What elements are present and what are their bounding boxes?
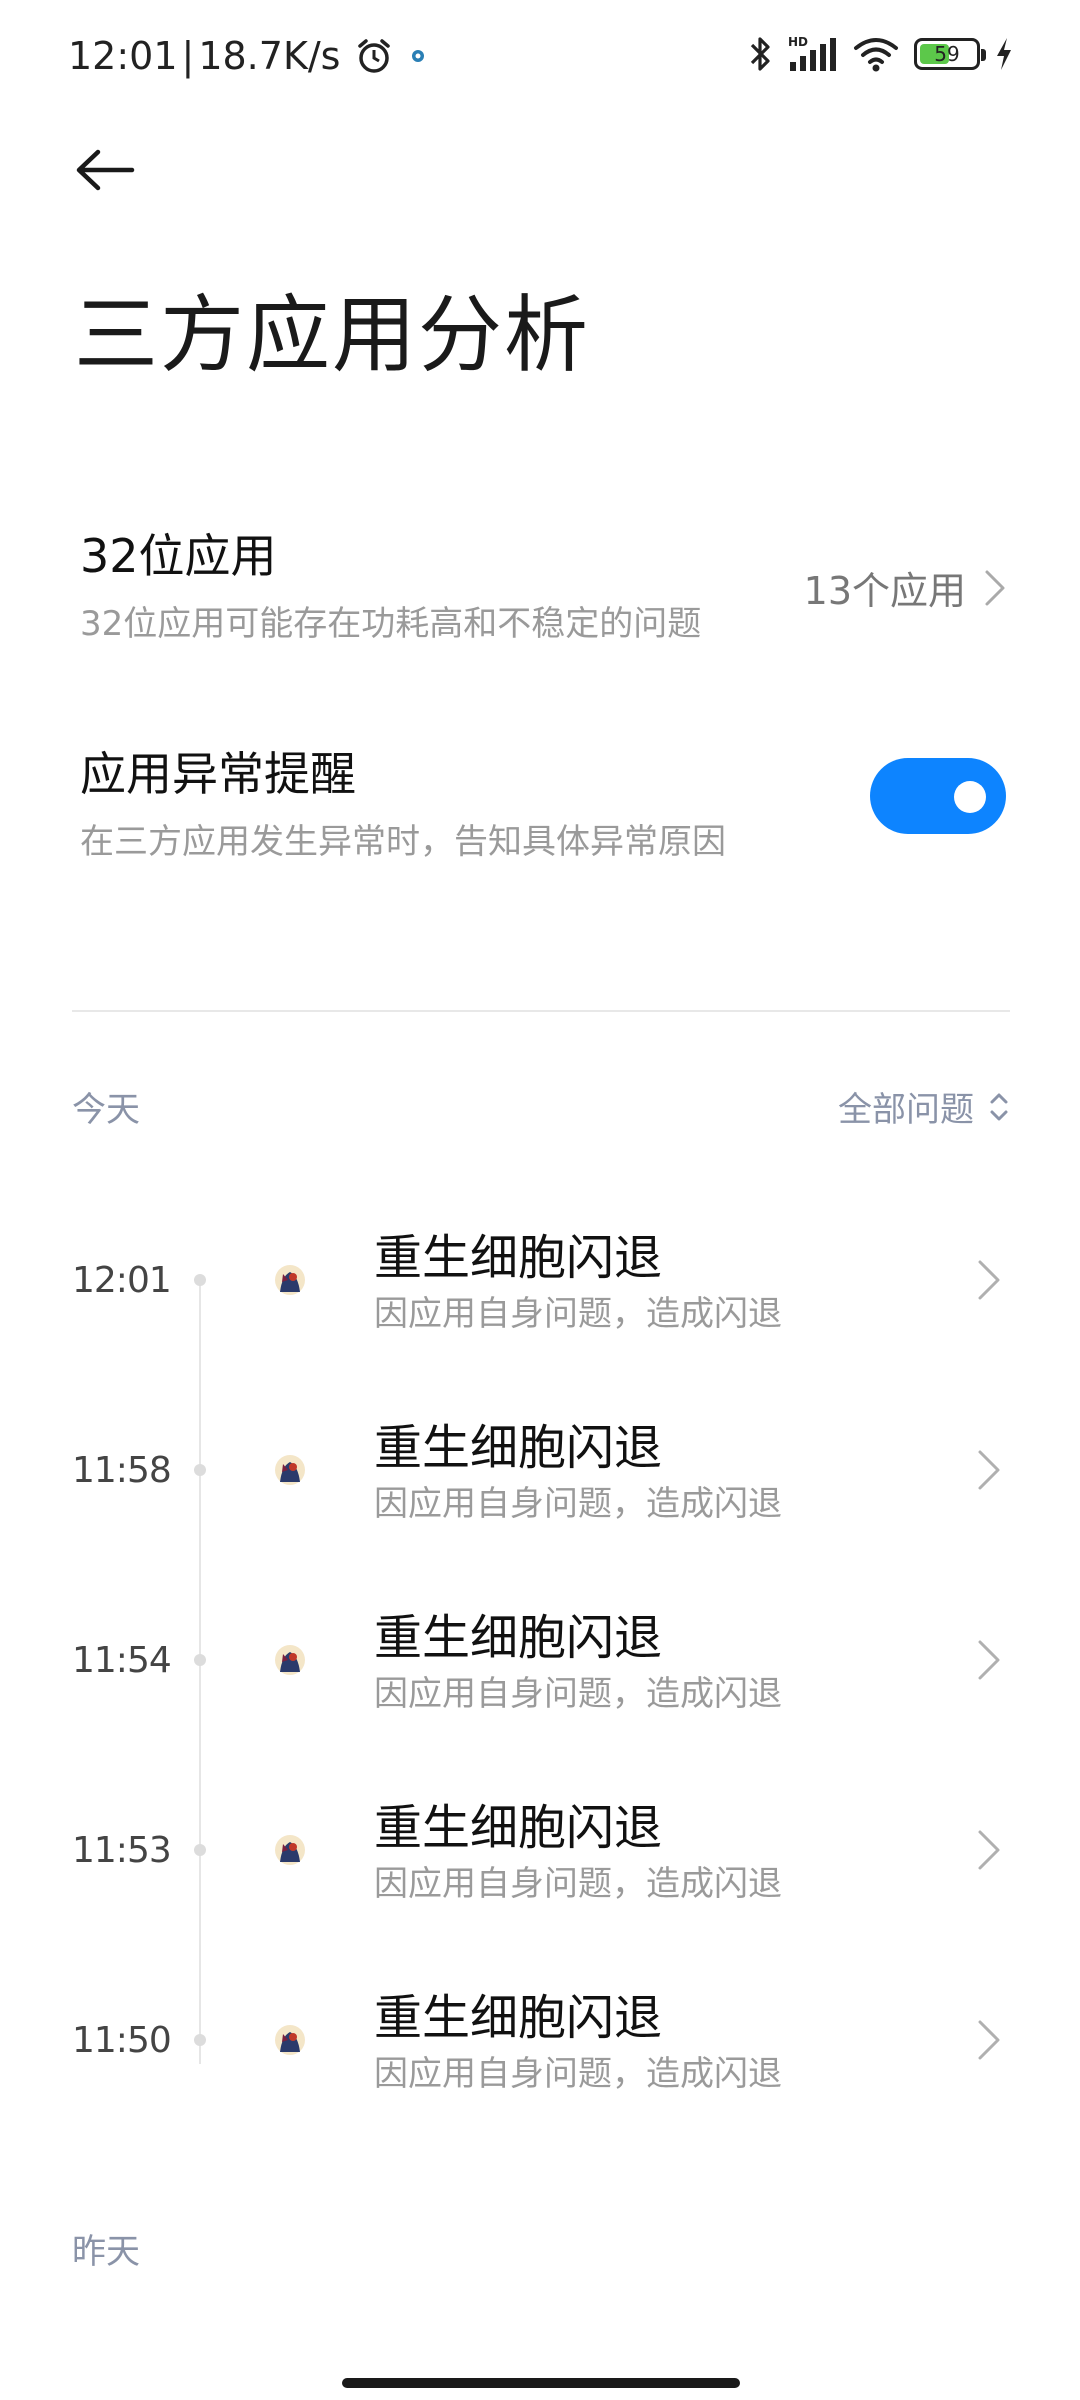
- status-time: 12:01: [68, 34, 178, 78]
- chevron-right-icon: [978, 2020, 1000, 2060]
- abnormal-alert-toggle[interactable]: [870, 758, 1006, 834]
- status-right: HD 59: [746, 34, 1014, 74]
- page-title: 三方应用分析: [74, 286, 591, 384]
- log-time: 11:54: [72, 1640, 172, 1681]
- log-time: 11:53: [72, 1830, 172, 1871]
- app-icon: [275, 1835, 305, 1865]
- log-time: 11:58: [72, 1450, 172, 1491]
- chevron-right-icon: [978, 1640, 1000, 1680]
- abnormal-alert-row: 应用异常提醒 在三方应用发生异常时，告知具体异常原因: [80, 738, 1006, 863]
- charging-icon: [997, 38, 1011, 70]
- net-speed: 18.7K/s: [198, 34, 341, 78]
- timeline-dot: [194, 1654, 206, 1666]
- apps32-count: 13个应用: [803, 569, 966, 613]
- crash-log-item[interactable]: 11:50 重生细胞闪退因应用自身问题，造成闪退: [0, 1970, 1080, 2120]
- log-title: 重生细胞闪退: [374, 1230, 663, 1286]
- divider: [72, 1010, 1010, 1012]
- section-label-yesterday: 昨天: [72, 2232, 140, 2272]
- hd-signal-icon: HD: [788, 35, 836, 71]
- crash-log-item[interactable]: 11:58 重生细胞闪退因应用自身问题，造成闪退: [0, 1400, 1080, 1550]
- crash-log-item[interactable]: 11:54 重生细胞闪退因应用自身问题，造成闪退: [0, 1590, 1080, 1740]
- toggle-knob: [954, 781, 986, 813]
- log-time: 12:01: [72, 1260, 172, 1301]
- log-subtitle: 因应用自身问题，造成闪退: [374, 2054, 782, 2094]
- chevron-right-icon: [978, 1260, 1000, 1300]
- log-subtitle: 因应用自身问题，造成闪退: [374, 1484, 782, 1524]
- log-title: 重生细胞闪退: [374, 1800, 663, 1856]
- home-indicator[interactable]: [342, 2378, 740, 2388]
- log-time: 11:50: [72, 2020, 172, 2061]
- bluetooth-icon: [750, 37, 770, 71]
- chevron-right-icon: [978, 1450, 1000, 1490]
- battery-icon: 59: [914, 38, 986, 70]
- log-subtitle: 因应用自身问题，造成闪退: [374, 1294, 782, 1334]
- log-title: 重生细胞闪退: [374, 1990, 663, 2046]
- app-icon: [275, 1265, 305, 1295]
- location-dot-icon: [412, 50, 425, 62]
- chevron-right-icon: [985, 570, 1005, 605]
- timeline-dot: [194, 1844, 206, 1856]
- svg-text:HD: HD: [788, 35, 808, 49]
- timeline-dot: [194, 1464, 206, 1476]
- log-title: 重生细胞闪退: [374, 1610, 663, 1666]
- issue-filter-dropdown[interactable]: 全部问题: [838, 1082, 1010, 1131]
- sort-updown-icon: [990, 1093, 1008, 1120]
- battery-level: 59: [934, 42, 960, 66]
- timeline-dot: [194, 2034, 206, 2046]
- section-label-today: 今天: [72, 1090, 140, 1130]
- wifi-icon: [854, 38, 898, 72]
- app-icon: [275, 1645, 305, 1675]
- status-separator: |: [181, 34, 195, 78]
- app-icon: [275, 2025, 305, 2055]
- back-arrow-icon: [76, 149, 135, 191]
- crash-log-item[interactable]: 12:01 重生细胞闪退因应用自身问题，造成闪退: [0, 1210, 1080, 1360]
- log-title: 重生细胞闪退: [374, 1420, 663, 1476]
- abnormal-alert-title: 应用异常提醒: [80, 747, 356, 801]
- app-icon: [275, 1455, 305, 1485]
- crash-log-item[interactable]: 11:53 重生细胞闪退因应用自身问题，造成闪退: [0, 1780, 1080, 1930]
- filter-label: 全部问题: [838, 1090, 974, 1130]
- timeline-dot: [194, 1274, 206, 1286]
- status-bar: 12:01 | 18.7K/s HD 59: [0, 0, 1080, 120]
- chevron-right-icon: [978, 1830, 1000, 1870]
- log-subtitle: 因应用自身问题，造成闪退: [374, 1864, 782, 1904]
- alarm-icon: [358, 39, 391, 73]
- status-left: 12:01 | 18.7K/s: [68, 34, 426, 78]
- abnormal-alert-subtitle: 在三方应用发生异常时，告知具体异常原因: [80, 822, 726, 862]
- apps32-row[interactable]: 32位应用 32位应用可能存在功耗高和不稳定的问题 13个应用: [80, 520, 1006, 645]
- apps32-value-group: 13个应用: [804, 560, 1006, 615]
- back-button[interactable]: [74, 140, 142, 200]
- log-subtitle: 因应用自身问题，造成闪退: [374, 1674, 782, 1714]
